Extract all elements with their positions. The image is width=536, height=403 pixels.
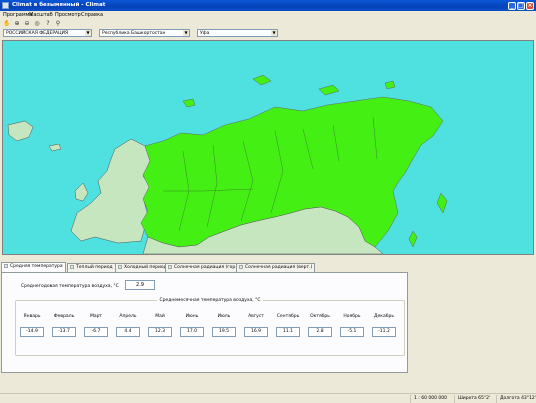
status-longitude: Долгота 43°12' [496, 395, 536, 403]
month-label-jul: Июль [217, 314, 231, 319]
minimize-icon: _ [510, 2, 514, 9]
menu-view[interactable]: Просмотр [55, 12, 81, 18]
month-value-jan[interactable]: -14.9 [20, 327, 44, 337]
window-title: Climat в безымянный - Climat [12, 2, 106, 8]
snowflake-icon [118, 264, 122, 269]
month-label-feb: Февраль [53, 314, 75, 319]
tab-warm-period[interactable]: Теплый период [67, 263, 116, 272]
map-view[interactable] [2, 40, 534, 255]
status-latitude: Широта 65°2' [454, 395, 494, 403]
country-select[interactable]: РОССИЙСКАЯ ФЕДЕРАЦИЯ ▼ [3, 29, 92, 37]
menu-scale[interactable]: Масштаб [29, 12, 53, 18]
region-value: Республика Башкортостан [102, 30, 166, 36]
month-value-apr[interactable]: 4.4 [116, 327, 140, 337]
month-label-oct: Октябрь [310, 314, 330, 319]
monthly-temperature-title: Среднемесячная температура воздуха, °C [157, 298, 263, 303]
month-label-may: Май [155, 314, 165, 319]
menu-bar: Программа Масштаб Просмотр Справка [0, 11, 536, 19]
month-value-jun[interactable]: 17.0 [180, 327, 204, 337]
month-label-sep: Сентябрь [276, 314, 300, 319]
sun-icon [70, 264, 74, 269]
month-label-apr: Апрель [119, 314, 137, 319]
month-label-jan: Январь [23, 314, 41, 319]
tab-average-temperature[interactable]: Средняя температура [1, 262, 66, 272]
chevron-down-icon[interactable]: ▼ [183, 30, 189, 36]
month-label-jun: Июнь [185, 314, 199, 319]
thermometer-icon [4, 263, 8, 268]
month-label-dec: Декабрь [373, 314, 395, 319]
tab-solar-radiation-vertical[interactable]: Солнечная радиация (верт.) [236, 263, 316, 272]
find-icon[interactable]: ⚲ [54, 20, 62, 27]
radiation-icon [168, 264, 172, 269]
hand-icon[interactable]: ✋ [3, 20, 11, 27]
month-value-mar[interactable]: -6.7 [84, 327, 108, 337]
monthly-temperature-group: Среднемесячная температура воздуха, °C Я… [15, 297, 405, 356]
month-label-mar: Март [89, 314, 103, 319]
month-value-jul[interactable]: 19.5 [212, 327, 236, 337]
average-temperature-panel: Среднегодовая температура воздуха, °C 2.… [1, 272, 408, 373]
annual-average-field[interactable]: 2.9 [125, 280, 155, 290]
status-scale: 1 : 60 000 000 [410, 395, 452, 403]
map-canvas[interactable] [3, 41, 533, 254]
app-icon [2, 2, 9, 9]
radiation-icon [239, 264, 243, 269]
month-value-sep[interactable]: 11.1 [276, 327, 300, 337]
location-selectors: РОССИЙСКАЯ ФЕДЕРАЦИЯ ▼ Республика Башкор… [0, 28, 536, 39]
status-bar: 1 : 60 000 000 Широта 65°2' Долгота 43°1… [0, 393, 536, 403]
city-select[interactable]: Уфа ▼ [197, 29, 278, 37]
info-icon[interactable]: ? [44, 20, 52, 27]
title-bar[interactable]: Climat в безымянный - Climat _ □ × [0, 0, 536, 11]
chevron-down-icon[interactable]: ▼ [271, 30, 277, 36]
tab-label: Солнечная радиация (гор.) [174, 265, 239, 270]
minimize-button[interactable]: _ [508, 2, 516, 10]
close-button[interactable]: × [526, 2, 534, 10]
maximize-icon: □ [518, 2, 524, 9]
month-value-dec[interactable]: -11.2 [372, 327, 396, 337]
zoom-in-icon[interactable]: ⊕ [13, 20, 21, 27]
month-value-oct[interactable]: 2.8 [308, 327, 332, 337]
close-icon: × [527, 2, 533, 9]
month-label-aug: Август [248, 314, 264, 319]
toolbar: ✋ ⊕ ⊖ ◎ ? ⚲ [0, 19, 536, 28]
region-select[interactable]: Республика Башкортостан ▼ [99, 29, 190, 37]
maximize-button[interactable]: □ [517, 2, 525, 10]
month-value-may[interactable]: 12.3 [148, 327, 172, 337]
tab-label: Средняя температура [10, 264, 63, 269]
month-value-aug[interactable]: 16.9 [244, 327, 268, 337]
app-window: Climat в безымянный - Climat _ □ × Прогр… [0, 0, 536, 403]
group-title-row: Среднемесячная температура воздуха, °C [16, 297, 404, 303]
city-value: Уфа [200, 30, 210, 36]
menu-help[interactable]: Справка [81, 12, 103, 18]
tab-label: Солнечная радиация (верт.) [245, 265, 313, 270]
month-value-feb[interactable]: -13.7 [52, 327, 76, 337]
annual-average-label: Среднегодовая температура воздуха, °C [21, 284, 119, 289]
chevron-down-icon[interactable]: ▼ [85, 30, 91, 36]
zoom-extent-icon[interactable]: ◎ [33, 20, 41, 27]
tab-label: Холодный период [124, 265, 167, 270]
month-value-nov[interactable]: -5.1 [340, 327, 364, 337]
month-label-nov: Ноябрь [343, 314, 361, 319]
tab-label: Теплый период [76, 265, 113, 270]
zoom-out-icon[interactable]: ⊖ [23, 20, 31, 27]
tab-solar-radiation-horizontal[interactable]: Солнечная радиация (гор.) [165, 263, 242, 272]
tab-cold-period[interactable]: Холодный период [115, 263, 170, 272]
country-value: РОССИЙСКАЯ ФЕДЕРАЦИЯ [6, 30, 69, 36]
tab-strip: Средняя температура Теплый период Холодн… [0, 262, 536, 272]
